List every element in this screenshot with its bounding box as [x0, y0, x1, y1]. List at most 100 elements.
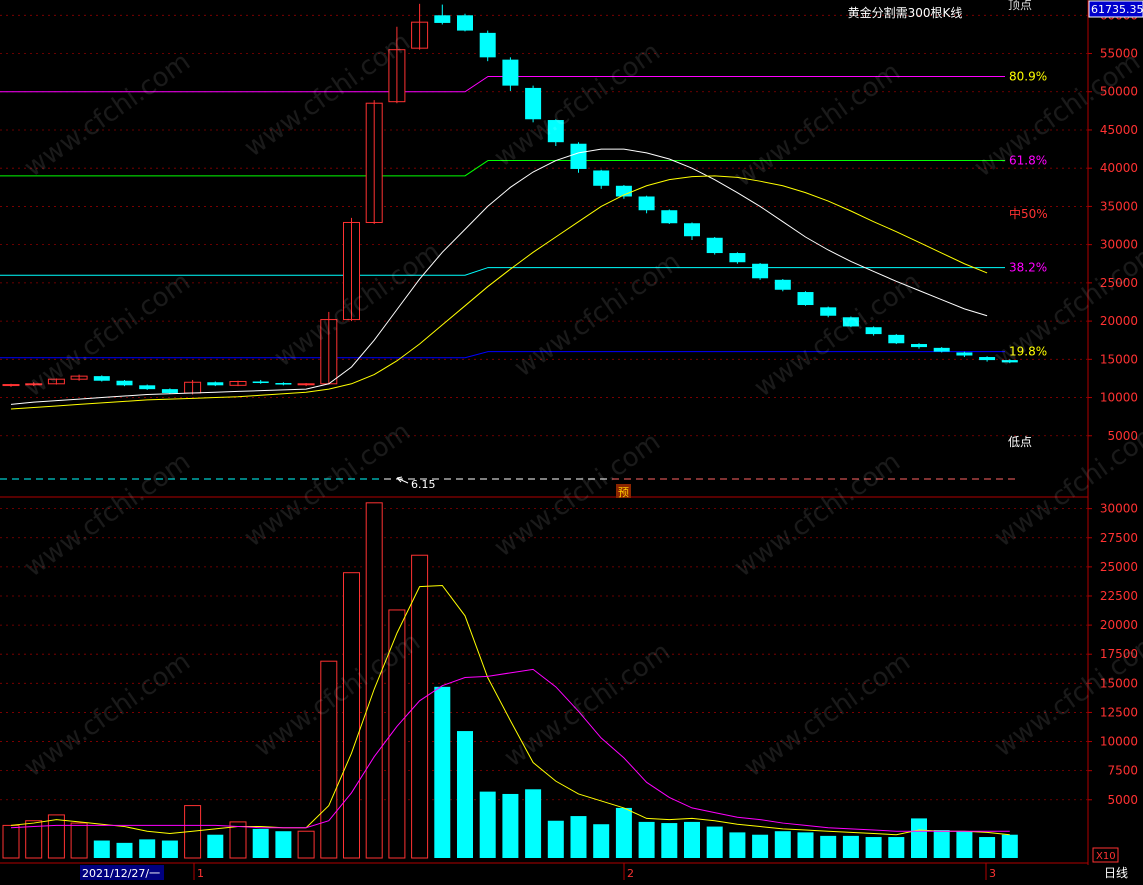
candle-body[interactable] [139, 385, 156, 390]
candle[interactable] [752, 262, 769, 280]
volume-bar[interactable] [547, 820, 564, 858]
volume-bar[interactable] [842, 835, 859, 858]
volume-bar[interactable] [275, 831, 292, 858]
volume-bar[interactable] [774, 831, 791, 858]
candle[interactable] [93, 375, 110, 382]
candle[interactable] [570, 142, 587, 173]
candle-body[interactable] [547, 120, 564, 143]
candle-body[interactable] [865, 327, 882, 335]
candle[interactable] [706, 237, 723, 255]
candle[interactable] [479, 30, 496, 62]
volume-bar[interactable] [729, 832, 746, 858]
candle-body[interactable] [661, 210, 678, 224]
volume-bar[interactable] [888, 837, 905, 858]
candle-body[interactable] [479, 32, 496, 58]
candle-body[interactable] [593, 170, 610, 186]
candle-body[interactable] [820, 307, 837, 316]
volume-bar[interactable] [911, 818, 927, 858]
volume-bar[interactable] [139, 839, 156, 858]
volume-bar[interactable] [70, 822, 88, 859]
candle-body[interactable] [956, 352, 973, 356]
candle-body[interactable] [888, 334, 905, 344]
volume-bar[interactable] [1001, 834, 1018, 858]
candle-body[interactable] [979, 357, 996, 361]
volume-bar[interactable] [502, 793, 519, 858]
candle[interactable] [933, 347, 950, 353]
volume-bar[interactable] [47, 814, 65, 859]
candle-body[interactable] [252, 381, 269, 384]
candle[interactable] [139, 384, 156, 390]
volume-bar[interactable] [320, 660, 338, 859]
candle[interactable] [729, 252, 746, 264]
candle-body[interactable] [797, 292, 814, 306]
volume-bar[interactable] [979, 837, 996, 858]
volume-bar[interactable] [297, 830, 315, 859]
volume-bar[interactable] [865, 837, 882, 858]
candle[interactable] [365, 100, 383, 225]
candle[interactable] [161, 388, 178, 394]
candle-body[interactable] [275, 383, 292, 385]
candle-body[interactable] [525, 87, 542, 120]
volume-bar[interactable] [116, 842, 133, 858]
volume-bar[interactable] [525, 789, 542, 858]
volume-bar[interactable] [479, 791, 496, 858]
candle[interactable] [525, 85, 542, 123]
volume-bar[interactable] [93, 840, 110, 858]
candle[interactable] [774, 279, 791, 292]
volume-bar[interactable] [684, 821, 700, 858]
candle-body[interactable] [638, 196, 655, 211]
volume-bar[interactable] [956, 831, 973, 858]
candle-body[interactable] [457, 15, 473, 31]
kline-chart-svg[interactable]: 80.9%61.8%中50%38.2%19.8% 500010000150002… [0, 0, 1143, 881]
candle-body[interactable] [774, 279, 791, 290]
volume-bar[interactable] [161, 840, 178, 858]
candle[interactable] [661, 209, 678, 225]
forecast-marker[interactable]: 预 [618, 486, 629, 499]
volume-bar[interactable] [752, 834, 769, 858]
volume-bar[interactable] [638, 821, 655, 858]
candle-body[interactable] [911, 344, 927, 348]
candle[interactable] [888, 334, 905, 345]
volume-bar[interactable] [434, 686, 451, 858]
period-label[interactable]: 日线 [1104, 866, 1128, 880]
volume-bar[interactable] [252, 828, 269, 858]
candle-body[interactable] [1001, 360, 1018, 363]
candle-body[interactable] [684, 223, 700, 237]
candle[interactable] [457, 13, 473, 32]
volume-bar[interactable] [343, 572, 360, 859]
volume-bar[interactable] [933, 830, 950, 858]
volume-bar[interactable] [615, 807, 632, 858]
chart-stage[interactable]: 80.9% 61.8% 中50% 38.2% 19.8% 5000 10000 15000 2… [0, 0, 1143, 881]
candle[interactable] [343, 217, 360, 322]
volume-bar[interactable] [365, 502, 383, 859]
candle-body[interactable] [933, 347, 950, 352]
candle-body[interactable] [93, 376, 110, 381]
candle-body[interactable] [729, 253, 746, 263]
volume-bar[interactable] [593, 824, 610, 858]
volume-bar[interactable] [706, 826, 723, 858]
candle-body[interactable] [570, 143, 587, 169]
volume-bar[interactable] [820, 835, 837, 858]
candle[interactable] [547, 119, 564, 147]
candle-body[interactable] [842, 317, 859, 327]
candle-body[interactable] [116, 380, 133, 386]
volume-bar[interactable] [457, 731, 473, 858]
volume-bar[interactable] [207, 834, 224, 858]
volume-bar[interactable] [570, 816, 587, 858]
candle-body[interactable] [752, 263, 769, 279]
candle[interactable] [229, 380, 247, 387]
candle-body[interactable] [161, 389, 178, 393]
candle[interactable] [842, 316, 859, 328]
candle-body[interactable] [502, 59, 519, 86]
candle[interactable] [320, 311, 338, 385]
candle[interactable] [47, 378, 65, 385]
volume-bar[interactable] [797, 832, 814, 858]
volume-bar[interactable] [2, 824, 20, 859]
candle[interactable] [820, 306, 837, 318]
candle-body[interactable] [434, 15, 451, 23]
candle-body[interactable] [207, 382, 224, 386]
candle[interactable] [797, 291, 814, 306]
candle[interactable] [116, 379, 133, 387]
volume-bar[interactable] [661, 823, 678, 858]
candle-body[interactable] [706, 237, 723, 254]
